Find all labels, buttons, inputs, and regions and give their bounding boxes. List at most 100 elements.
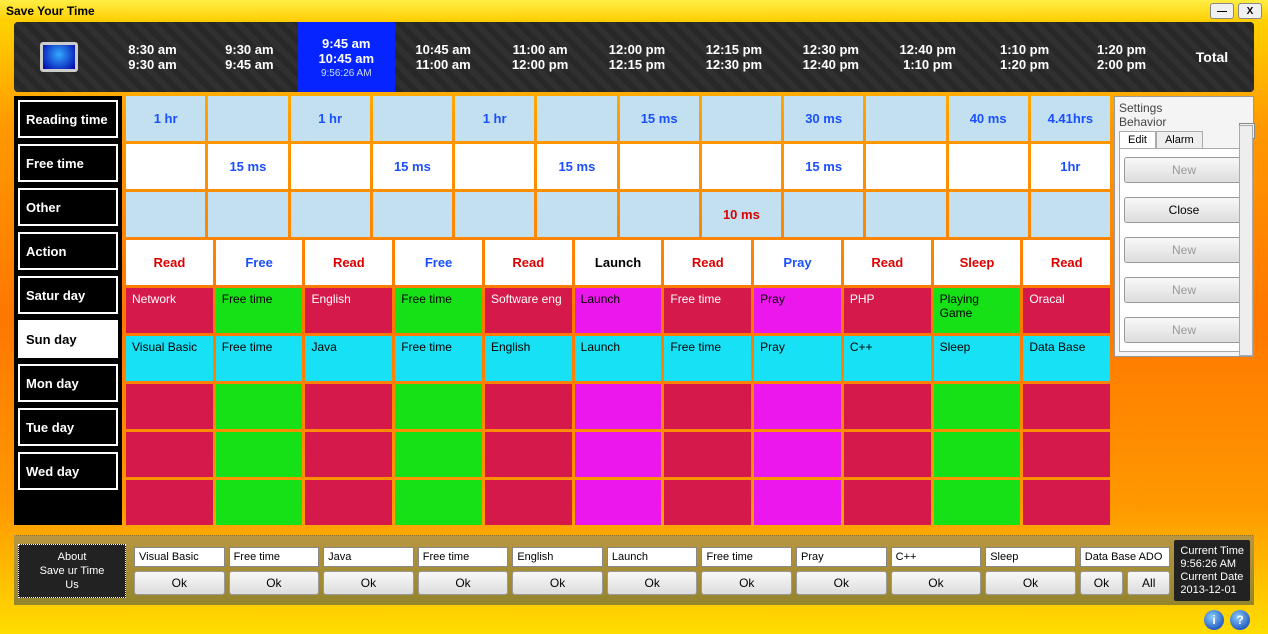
schedule-cell[interactable] <box>395 432 482 477</box>
ok-button[interactable]: Ok <box>891 571 982 595</box>
time-slot[interactable]: 12:30 pm12:40 pm <box>782 22 879 92</box>
schedule-cell[interactable] <box>754 480 841 525</box>
schedule-cell[interactable] <box>664 432 751 477</box>
schedule-cell[interactable]: Pray <box>754 288 841 333</box>
schedule-cell[interactable]: English <box>485 336 572 381</box>
time-slot[interactable]: 9:45 am10:45 am9:56:26 AM <box>298 22 395 92</box>
schedule-cell[interactable]: Free time <box>664 336 751 381</box>
schedule-cell[interactable] <box>126 480 213 525</box>
entry-input[interactable] <box>134 547 225 567</box>
time-slot[interactable]: 12:40 pm1:10 pm <box>879 22 976 92</box>
schedule-cell[interactable] <box>664 384 751 429</box>
row-label[interactable]: Other <box>18 188 118 226</box>
entry-input[interactable] <box>512 547 603 567</box>
row-label[interactable]: Tue day <box>18 408 118 446</box>
schedule-cell[interactable] <box>1023 432 1110 477</box>
schedule-cell[interactable]: Pray <box>754 336 841 381</box>
row-label[interactable]: Sun day <box>18 320 118 358</box>
schedule-cell[interactable]: Network <box>126 288 213 333</box>
schedule-cell[interactable] <box>216 432 303 477</box>
schedule-cell[interactable] <box>395 384 482 429</box>
entry-input[interactable] <box>1080 547 1171 567</box>
schedule-cell[interactable] <box>485 384 572 429</box>
schedule-cell[interactable] <box>485 480 572 525</box>
schedule-cell[interactable]: Launch <box>575 288 662 333</box>
row-label[interactable]: Free time <box>18 144 118 182</box>
schedule-cell[interactable] <box>575 480 662 525</box>
close-button[interactable]: X <box>1238 3 1262 19</box>
schedule-cell[interactable]: Free time <box>395 336 482 381</box>
row-label[interactable]: Reading time <box>18 100 118 138</box>
schedule-cell[interactable]: C++ <box>844 336 931 381</box>
schedule-cell[interactable] <box>305 432 392 477</box>
row-label[interactable]: Mon day <box>18 364 118 402</box>
schedule-cell[interactable] <box>934 480 1021 525</box>
settings-scrollbar[interactable] <box>1239 125 1253 356</box>
settings-tab[interactable]: Edit <box>1119 131 1156 148</box>
schedule-cell[interactable]: Playing Game <box>934 288 1021 333</box>
entry-input[interactable] <box>891 547 982 567</box>
schedule-cell[interactable] <box>754 384 841 429</box>
ok-button[interactable]: Ok <box>134 571 225 595</box>
schedule-cell[interactable] <box>126 432 213 477</box>
time-slot[interactable]: 12:00 pm12:15 pm <box>589 22 686 92</box>
schedule-cell[interactable]: Free time <box>664 288 751 333</box>
schedule-cell[interactable] <box>1023 480 1110 525</box>
entry-input[interactable] <box>229 547 320 567</box>
time-slot[interactable]: 11:00 am12:00 pm <box>492 22 589 92</box>
ok-button[interactable]: Ok <box>607 571 698 595</box>
schedule-cell[interactable] <box>844 480 931 525</box>
ok-button[interactable]: Ok <box>796 571 887 595</box>
schedule-cell[interactable] <box>395 480 482 525</box>
schedule-cell[interactable] <box>126 384 213 429</box>
schedule-cell[interactable]: English <box>305 288 392 333</box>
schedule-cell[interactable] <box>664 480 751 525</box>
schedule-cell[interactable] <box>844 384 931 429</box>
schedule-cell[interactable] <box>216 384 303 429</box>
row-label[interactable]: Action <box>18 232 118 270</box>
ok-button[interactable]: Ok <box>701 571 792 595</box>
ok-button[interactable]: Ok <box>1080 571 1123 595</box>
ok-button[interactable]: Ok <box>512 571 603 595</box>
schedule-cell[interactable] <box>934 432 1021 477</box>
schedule-cell[interactable] <box>575 384 662 429</box>
schedule-cell[interactable] <box>844 432 931 477</box>
schedule-cell[interactable] <box>754 432 841 477</box>
schedule-cell[interactable]: Free time <box>216 336 303 381</box>
info-icon[interactable]: i <box>1204 610 1224 630</box>
minimize-button[interactable]: — <box>1210 3 1234 19</box>
row-label[interactable]: Satur day <box>18 276 118 314</box>
time-slot[interactable]: 9:30 am9:45 am <box>201 22 298 92</box>
schedule-cell[interactable]: Data Base <box>1023 336 1110 381</box>
about-box[interactable]: About Save ur Time Us <box>18 544 126 598</box>
entry-input[interactable] <box>796 547 887 567</box>
schedule-cell[interactable]: Free time <box>216 288 303 333</box>
schedule-cell[interactable] <box>934 384 1021 429</box>
time-slot[interactable]: 12:15 pm12:30 pm <box>685 22 782 92</box>
schedule-cell[interactable] <box>485 432 572 477</box>
entry-input[interactable] <box>607 547 698 567</box>
time-slot[interactable]: 8:30 am9:30 am <box>104 22 201 92</box>
schedule-cell[interactable] <box>216 480 303 525</box>
row-label[interactable]: Wed day <box>18 452 118 490</box>
schedule-cell[interactable]: Launch <box>575 336 662 381</box>
schedule-cell[interactable] <box>305 480 392 525</box>
ok-button[interactable]: Ok <box>229 571 320 595</box>
schedule-cell[interactable] <box>1023 384 1110 429</box>
settings-tab[interactable]: Alarm <box>1156 131 1203 148</box>
ok-button[interactable]: Ok <box>323 571 414 595</box>
ok-button[interactable]: Ok <box>985 571 1076 595</box>
schedule-cell[interactable] <box>575 432 662 477</box>
entry-input[interactable] <box>985 547 1076 567</box>
schedule-cell[interactable]: Software eng <box>485 288 572 333</box>
time-slot[interactable]: 1:10 pm1:20 pm <box>976 22 1073 92</box>
close-button[interactable]: Close <box>1124 197 1244 223</box>
entry-input[interactable] <box>323 547 414 567</box>
time-slot[interactable]: 1:20 pm2:00 pm <box>1073 22 1170 92</box>
schedule-cell[interactable] <box>305 384 392 429</box>
schedule-cell[interactable]: Java <box>305 336 392 381</box>
help-icon[interactable]: ? <box>1230 610 1250 630</box>
all-button[interactable]: All <box>1127 571 1170 595</box>
schedule-cell[interactable]: Visual Basic <box>126 336 213 381</box>
entry-input[interactable] <box>418 547 509 567</box>
